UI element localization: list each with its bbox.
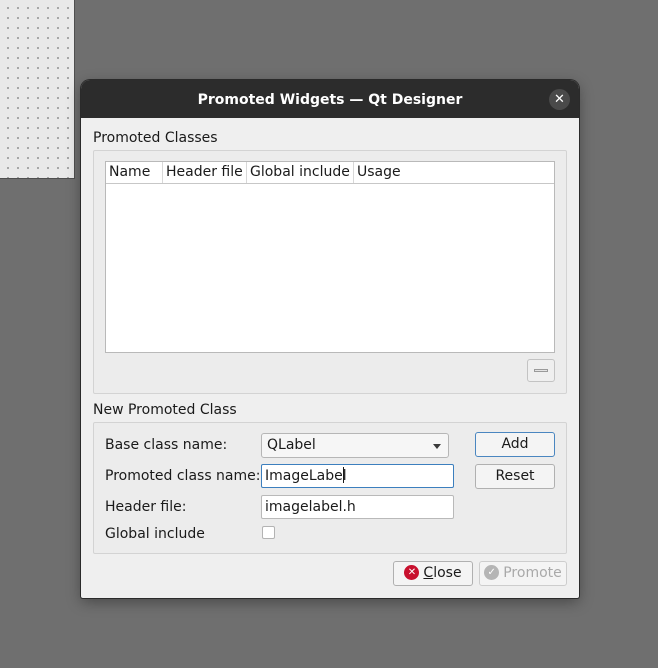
close-mnemonic: C	[423, 565, 434, 581]
promote-button[interactable]: ✓ Promote	[479, 561, 567, 586]
promoted-classes-table[interactable]: Name Header file Global include Usage	[105, 161, 555, 353]
global-include-label: Global include	[105, 526, 205, 542]
promote-label: Promote	[503, 565, 562, 581]
column-header-global-include[interactable]: Global include	[247, 162, 354, 183]
header-file-input[interactable]	[261, 495, 454, 519]
check-circle-icon: ✓	[484, 564, 500, 580]
window-close-icon[interactable]: ✕	[549, 89, 570, 110]
window-title: Promoted Widgets — Qt Designer	[197, 92, 463, 108]
table-header: Name Header file Global include Usage	[106, 162, 554, 184]
promoted-classes-group-label: Promoted Classes	[93, 130, 218, 146]
column-header-usage[interactable]: Usage	[354, 162, 554, 183]
remove-class-button[interactable]	[527, 359, 555, 382]
base-class-value: QLabel	[267, 437, 316, 453]
promoted-class-input[interactable]	[261, 464, 454, 488]
titlebar: Promoted Widgets — Qt Designer ✕	[81, 80, 579, 118]
minus-icon	[534, 369, 548, 372]
header-file-label: Header file:	[105, 499, 187, 515]
base-class-combobox[interactable]: QLabel	[261, 433, 449, 458]
chevron-down-icon	[433, 444, 441, 449]
promoted-class-label: Promoted class name:	[105, 468, 261, 484]
close-label-rest: lose	[433, 565, 462, 581]
global-include-checkbox[interactable]	[262, 526, 275, 539]
close-circle-icon: ✕	[404, 564, 420, 580]
column-header-name[interactable]: Name	[106, 162, 163, 183]
reset-button[interactable]: Reset	[475, 464, 555, 489]
close-button[interactable]: ✕ Close	[393, 561, 473, 586]
designer-form-background	[0, 0, 75, 179]
text-caret	[343, 467, 344, 483]
base-class-label: Base class name:	[105, 437, 228, 453]
add-button[interactable]: Add	[475, 432, 555, 457]
new-promoted-class-group-label: New Promoted Class	[93, 402, 237, 418]
promoted-widgets-dialog: Promoted Widgets — Qt Designer ✕ Promote…	[81, 80, 579, 598]
column-header-header-file[interactable]: Header file	[163, 162, 247, 183]
